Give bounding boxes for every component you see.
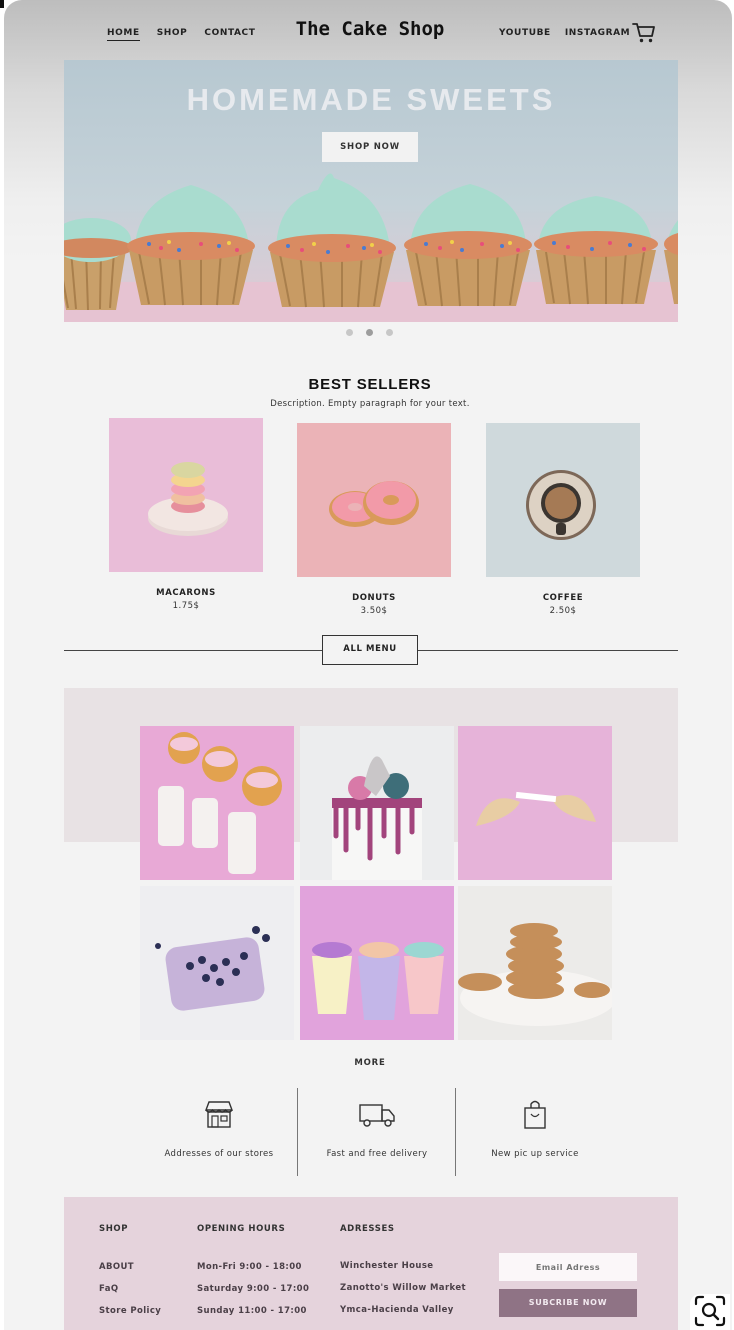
email-input[interactable]: [499, 1253, 637, 1281]
footer-heading: SHOP: [99, 1224, 129, 1234]
product-price: 2.50$: [549, 606, 577, 616]
footer-hours-item: Mon-Fri 9:00 - 18:00: [197, 1262, 302, 1272]
feature-stores: Addresses of our stores: [140, 1098, 298, 1159]
gallery-image-cookies[interactable]: [458, 886, 612, 1040]
feature-label: Fast and free delivery: [326, 1149, 428, 1159]
carousel-dots: [346, 329, 393, 336]
gallery-image-cups[interactable]: [300, 886, 454, 1040]
donuts-image[interactable]: [297, 423, 451, 577]
visual-search-button[interactable]: [690, 1294, 730, 1330]
footer-link-faq[interactable]: FaQ: [99, 1284, 118, 1294]
coffee-image[interactable]: [486, 423, 640, 577]
gallery-image-fortune-cookie[interactable]: [458, 726, 612, 880]
feature-label: Addresses of our stores: [164, 1149, 274, 1159]
feature-delivery: Fast and free delivery: [298, 1098, 456, 1159]
product-card-coffee[interactable]: COFFEE 2.50$: [486, 423, 640, 616]
gallery-image-donut-bottles[interactable]: [140, 726, 294, 880]
footer-addresses-column: ADRESSES: [340, 1224, 395, 1234]
site-footer: SHOP ABOUT FaQ Store Policy OPENING HOUR…: [64, 1197, 678, 1330]
social-nav: YOUTUBE INSTAGRAM: [499, 28, 630, 38]
footer-hours-item: Saturday 9:00 - 17:00: [197, 1284, 310, 1294]
footer-hours-item: Sunday 11:00 - 17:00: [197, 1306, 307, 1316]
footer-shop-column: SHOP: [99, 1224, 128, 1234]
footer-link-about[interactable]: ABOUT: [99, 1262, 134, 1272]
gallery-image-unicorn-cake[interactable]: [300, 726, 454, 880]
gallery-image-blueberry-bowl[interactable]: [140, 886, 294, 1040]
footer-heading: ADRESSES: [340, 1224, 395, 1234]
product-name: MACARONS: [156, 588, 216, 598]
corner-mark: [0, 0, 4, 8]
hero-banner[interactable]: HOMEMADE SWEETS SHOP NOW: [64, 60, 678, 322]
delivery-truck-icon: [359, 1104, 395, 1127]
footer-address-item: Ymca-Hacienda Valley: [340, 1305, 454, 1315]
subscribe-button[interactable]: SUBCRIBE NOW: [499, 1289, 637, 1317]
product-name: COFFEE: [542, 593, 584, 603]
product-price: 1.75$: [172, 601, 200, 611]
best-sellers-description: Description. Empty paragraph for your te…: [270, 399, 470, 409]
nav-instagram-link[interactable]: INSTAGRAM: [565, 28, 630, 38]
shop-now-button[interactable]: SHOP NOW: [322, 132, 418, 162]
more-link[interactable]: MORE: [0, 1058, 734, 1068]
carousel-dot-active[interactable]: [366, 329, 373, 336]
carousel-dot[interactable]: [346, 329, 353, 336]
product-card-macarons[interactable]: MACARONS 1.75$: [109, 418, 263, 611]
nav-youtube-link[interactable]: YOUTUBE: [499, 28, 551, 38]
footer-heading: OPENING HOURS: [197, 1224, 286, 1234]
product-price: 3.50$: [360, 606, 388, 616]
feature-label: New pic up service: [491, 1149, 579, 1159]
carousel-dot[interactable]: [386, 329, 393, 336]
storefront-icon: [204, 1101, 234, 1128]
footer-link-store-policy[interactable]: Store Policy: [99, 1306, 161, 1316]
footer-address-item: Zanotto's Willow Market: [340, 1283, 466, 1293]
lens-search-icon: [694, 1295, 726, 1327]
footer-hours-column: OPENING HOURS: [197, 1224, 285, 1234]
all-menu-button[interactable]: ALL MENU: [322, 635, 418, 665]
footer-address-item: Winchester House: [340, 1261, 434, 1271]
hero-title: HOMEMADE SWEETS: [186, 82, 556, 117]
product-name: DONUTS: [352, 593, 396, 603]
feature-pickup: New pic up service: [456, 1098, 614, 1159]
best-sellers-title: BEST SELLERS: [308, 376, 432, 393]
product-card-donuts[interactable]: DONUTS 3.50$: [297, 423, 451, 616]
macarons-image[interactable]: [109, 418, 263, 572]
shopping-bag-icon: [524, 1100, 546, 1129]
cart-icon[interactable]: [632, 22, 656, 44]
